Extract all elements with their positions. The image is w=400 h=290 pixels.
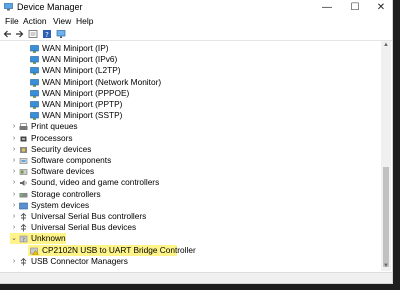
tree-item[interactable]: › USB Connector Managers — [0, 256, 380, 267]
tree-item-label: USB Connector Managers — [31, 255, 128, 266]
network-adapter-icon — [30, 56, 39, 64]
tree-item-label: WAN Miniport (L2TP) — [42, 65, 121, 76]
status-bar — [0, 272, 392, 283]
expand-chevron-icon[interactable]: › — [10, 211, 18, 222]
tree-item-label: Universal Serial Bus devices — [31, 222, 137, 233]
forward-arrow-icon[interactable] — [14, 29, 24, 39]
back-arrow-icon[interactable] — [3, 29, 13, 39]
usb-connector-icon — [20, 257, 27, 266]
warning-device-icon — [30, 247, 39, 255]
network-adapter-icon — [30, 89, 39, 98]
title-bar[interactable]: Device Manager — ☐ ✕ — [0, 0, 392, 15]
menu-help[interactable]: Help — [74, 15, 95, 27]
tree-item-label: Software devices — [31, 166, 95, 177]
network-adapter-icon — [30, 112, 39, 120]
expand-chevron-icon[interactable]: › — [10, 144, 18, 155]
system-device-icon — [19, 202, 28, 210]
tree-item[interactable]: WAN Miniport (IP) — [0, 43, 380, 54]
tree-item-label: CP2102N USB to UART Bridge Controller — [42, 244, 196, 255]
menu-file[interactable]: File — [3, 15, 21, 27]
device-manager-window: Device Manager — ☐ ✕ File Action View He… — [0, 0, 393, 284]
tree-item-label: WAN Miniport (Network Monitor) — [42, 76, 162, 87]
tree-item[interactable]: WAN Miniport (Network Monitor) — [0, 77, 380, 88]
tree-item-label: WAN Miniport (SSTP) — [42, 110, 123, 121]
tree-item-label: WAN Miniport (IPv6) — [42, 54, 118, 65]
scroll-down-arrow[interactable]: ▼ — [381, 262, 391, 271]
tree-item-label: Processors — [31, 132, 73, 143]
tree-item[interactable]: › Universal Serial Bus controllers — [0, 211, 380, 222]
properties-icon[interactable] — [28, 29, 38, 39]
expand-chevron-icon[interactable]: › — [10, 155, 18, 166]
tree-item[interactable]: › Processors — [0, 133, 380, 144]
tree-item[interactable]: WAN Miniport (PPTP) — [0, 99, 380, 110]
speaker-icon — [20, 180, 27, 187]
tree-item-label: Universal Serial Bus controllers — [31, 211, 147, 221]
tree-item[interactable]: › Software components — [0, 155, 380, 166]
usb-device-icon — [20, 224, 27, 232]
help-icon[interactable]: ? — [42, 29, 52, 39]
vertical-scrollbar[interactable]: ▲ ▼ — [381, 41, 391, 271]
expand-chevron-icon[interactable]: › — [10, 133, 18, 144]
tree-item[interactable]: › Storage controllers — [0, 189, 380, 200]
expand-chevron-icon[interactable]: › — [10, 177, 18, 188]
toolbar: ? — [0, 28, 392, 41]
menu-action[interactable]: Action — [21, 15, 49, 27]
maximize-button[interactable]: ☐ — [342, 0, 368, 15]
tree-item[interactable]: WAN Miniport (L2TP) — [0, 65, 380, 76]
scroll-up-arrow[interactable]: ▲ — [381, 41, 391, 50]
svg-text:?: ? — [22, 238, 25, 244]
network-adapter-icon — [30, 67, 39, 76]
software-component-icon — [19, 158, 28, 164]
scrollbar-thumb[interactable] — [383, 167, 389, 267]
network-adapter-icon — [30, 101, 39, 109]
network-adapter-icon — [30, 45, 39, 53]
tree-item[interactable]: › Universal Serial Bus devices — [0, 222, 380, 233]
tree-item[interactable]: WAN Miniport (IPv6) — [0, 54, 380, 65]
tree-item-label: System devices — [31, 199, 90, 210]
tree-item-label: WAN Miniport (IP) — [42, 43, 109, 53]
processor-icon — [20, 136, 27, 142]
tree-item[interactable]: › Sound, video and game controllers — [0, 177, 380, 188]
device-tree[interactable]: WAN Miniport (IP) WAN Miniport (IPv6) WAN … — [0, 41, 381, 271]
expand-chevron-icon[interactable]: › — [10, 222, 18, 233]
tree-item-label: Print queues — [31, 121, 78, 132]
tree-item-label: WAN Miniport (PPPOE) — [42, 87, 130, 98]
tree-item[interactable]: ⌄? Unknown — [0, 233, 380, 245]
window-title: Device Manager — [17, 2, 83, 12]
collapse-chevron-icon[interactable]: ⌄ — [10, 233, 18, 244]
tree-item-label: Storage controllers — [31, 188, 101, 199]
svg-text:?: ? — [45, 31, 49, 39]
tree-item[interactable]: › System devices — [0, 200, 380, 211]
storage-controller-icon — [19, 192, 28, 198]
minimize-button[interactable]: — — [314, 0, 340, 15]
expand-chevron-icon[interactable]: › — [10, 189, 18, 200]
unknown-device-icon: ? — [19, 236, 28, 244]
monitor-icon[interactable] — [56, 29, 66, 39]
device-manager-icon — [4, 3, 13, 11]
tree-item-label: Software components — [31, 155, 112, 165]
tree-item[interactable]: WAN Miniport (SSTP) — [0, 110, 380, 121]
tree-item[interactable]: CP2102N USB to UART Bridge Controller — [0, 244, 380, 256]
network-adapter-icon — [30, 78, 39, 87]
tree-item[interactable]: › Software devices — [0, 166, 380, 177]
tree-item-label: WAN Miniport (PPTP) — [42, 99, 123, 109]
expand-chevron-icon[interactable]: › — [10, 166, 18, 177]
tree-item-label: Sound, video and game controllers — [31, 177, 160, 188]
security-device-icon — [20, 146, 27, 153]
tree-item[interactable]: › Security devices — [0, 144, 380, 155]
tree-item[interactable]: WAN Miniport (PPPOE) — [0, 88, 380, 99]
tree-item[interactable]: › Print queues — [0, 121, 380, 132]
menu-bar: File Action View Help — [0, 15, 392, 27]
printer-icon — [19, 123, 28, 131]
tree-item-label: Security devices — [31, 143, 92, 154]
software-device-icon — [19, 169, 28, 175]
close-button[interactable]: ✕ — [368, 0, 392, 15]
expand-chevron-icon[interactable]: › — [10, 121, 18, 132]
expand-chevron-icon[interactable]: › — [10, 256, 18, 267]
expand-chevron-icon[interactable]: › — [10, 200, 18, 211]
tree-item-label: Unknown — [31, 233, 66, 244]
usb-controller-icon — [20, 213, 27, 221]
menu-view[interactable]: View — [51, 15, 73, 27]
